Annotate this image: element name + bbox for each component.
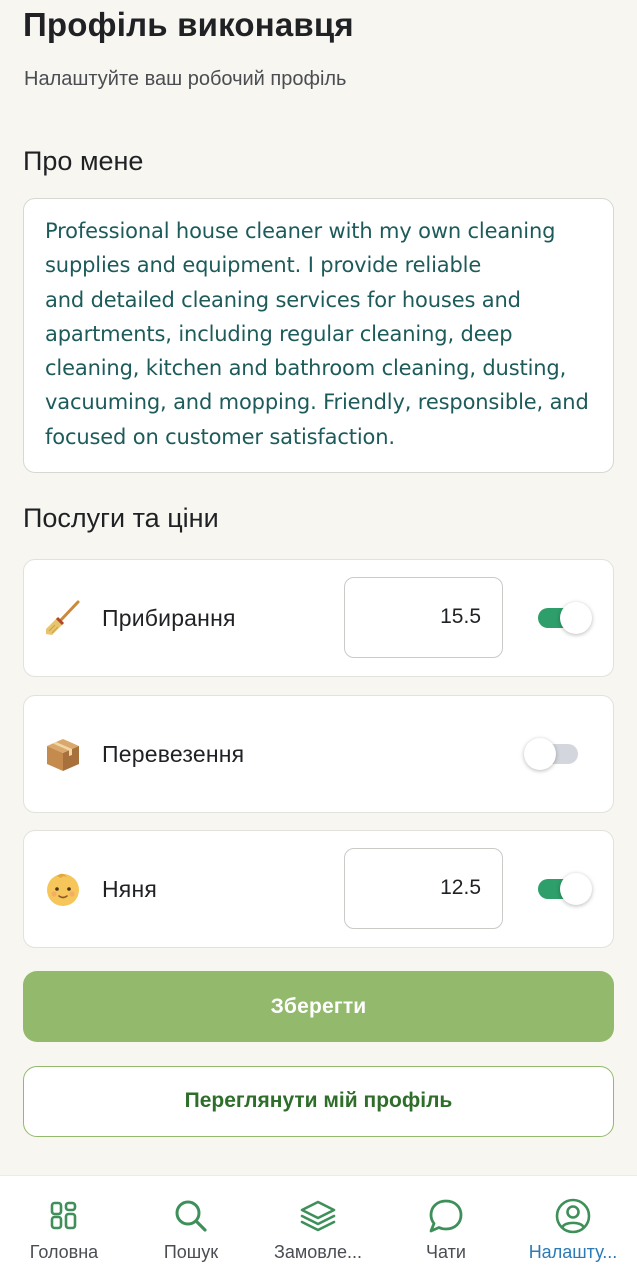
scroll-content[interactable]: Профіль виконавця Налаштуйте ваш робочий…	[0, 0, 637, 1175]
services-section-title: Послуги та ціни	[23, 503, 219, 533]
nav-item-chats[interactable]: Чати	[396, 1176, 496, 1280]
price-value: 12.5	[440, 876, 481, 899]
service-toggle-moving[interactable]	[524, 738, 580, 770]
service-toggle-cleaning[interactable]	[538, 602, 592, 634]
nav-label: Чати	[426, 1242, 466, 1262]
price-value: 15.5	[440, 605, 481, 628]
view-profile-button[interactable]: Переглянути мій профіль	[23, 1066, 614, 1137]
nav-label: Замовле...	[274, 1242, 362, 1262]
about-line: focused on customer satisfaction.	[45, 424, 395, 449]
about-text: Professional house cleaner with my own c…	[45, 214, 593, 454]
search-icon	[175, 1200, 207, 1232]
grid-icon	[50, 1201, 77, 1230]
about-line: vacuuming, and mopping. Friendly, respon…	[45, 390, 589, 415]
nav-label: Налашту...	[528, 1242, 618, 1262]
performer-profile-screen: Профіль виконавця Налаштуйте ваш робочий…	[0, 0, 637, 1280]
service-label: Няня	[102, 876, 158, 902]
nav-label: Пошук	[163, 1242, 219, 1262]
toggle-knob	[560, 873, 592, 905]
service-card-moving: Перевезення	[23, 695, 614, 813]
nav-label: Головна	[29, 1242, 99, 1262]
box-icon	[47, 739, 79, 771]
service-label: Прибирання	[102, 605, 236, 631]
baby-icon	[47, 873, 79, 906]
layers-icon	[300, 1200, 336, 1232]
price-input-nanny[interactable]: 12.5	[344, 848, 503, 929]
about-line: Professional house cleaner with my own c…	[45, 219, 556, 243]
nav-item-orders[interactable]: Замовле...	[262, 1176, 374, 1280]
nav-item-settings[interactable]: Налашту...	[519, 1176, 627, 1280]
toggle-knob	[524, 738, 556, 770]
service-card-cleaning: Прибирання 15.5	[23, 559, 614, 677]
toggle-knob	[560, 602, 592, 634]
user-circle-icon	[555, 1198, 591, 1234]
chat-icon	[429, 1199, 463, 1233]
broom-icon	[46, 600, 80, 635]
service-label: Перевезення	[102, 741, 245, 767]
nav-item-home[interactable]: Головна	[14, 1176, 114, 1280]
page-subtitle: Налаштуйте ваш робочий профіль	[24, 68, 347, 90]
service-toggle-nanny[interactable]	[538, 873, 592, 905]
about-line: cleaning, kitchen and bathroom cleaning,…	[45, 356, 567, 381]
service-card-nanny: Няня 12.5	[23, 830, 614, 948]
about-line: supplies and equipment. I provide reliab…	[45, 253, 482, 278]
about-textarea[interactable]: Professional house cleaner with my own c…	[23, 198, 614, 473]
about-line: and detailed cleaning services for house…	[45, 287, 521, 312]
save-button[interactable]: Зберегти	[23, 971, 614, 1042]
nav-item-search[interactable]: Пошук	[141, 1176, 241, 1280]
about-section-title: Про мене	[23, 146, 144, 176]
bottom-navigation: Головна Пошук Замовле... Чати Налашту...	[0, 1175, 637, 1280]
page-title: Профіль виконавця	[23, 6, 354, 43]
about-line: apartments, including regular cleaning, …	[45, 321, 513, 346]
price-input-cleaning[interactable]: 15.5	[344, 577, 503, 658]
